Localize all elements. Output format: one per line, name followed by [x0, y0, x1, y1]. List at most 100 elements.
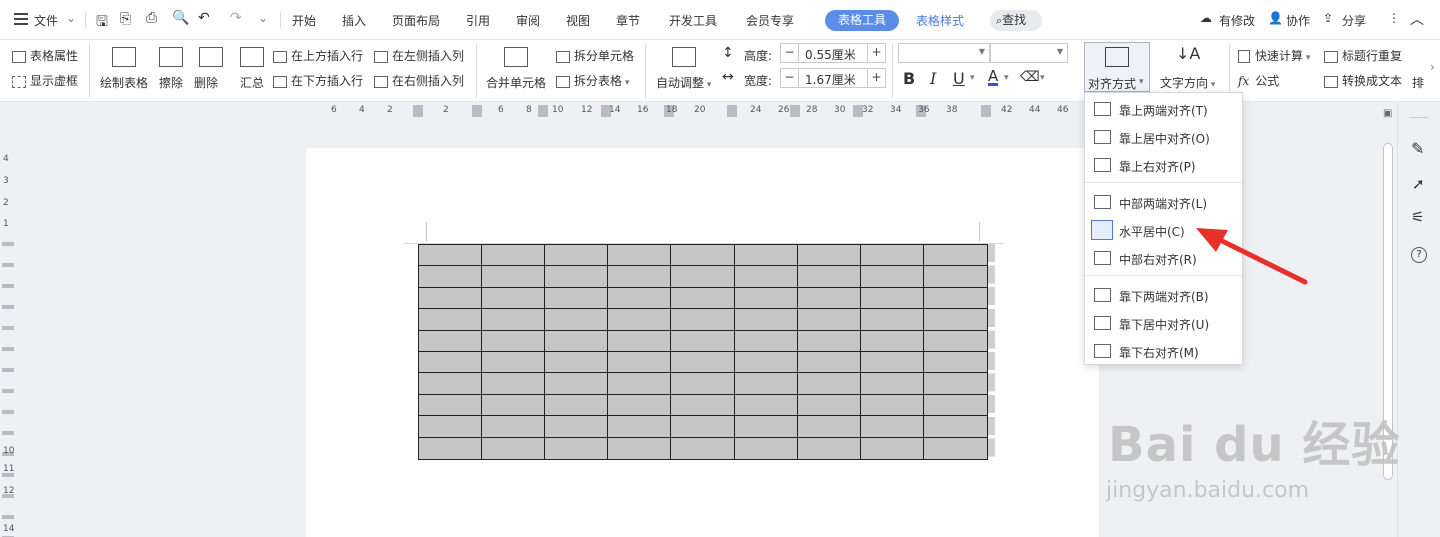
erase-button[interactable]: 擦除 [159, 74, 183, 91]
table-cell[interactable] [482, 287, 546, 310]
tab-view[interactable]: 视图 [566, 12, 590, 29]
search-button[interactable]: ⌕查找 [990, 10, 1042, 31]
table-cell[interactable] [861, 437, 924, 459]
table-cell[interactable] [482, 309, 546, 331]
table-cell[interactable] [923, 245, 987, 267]
modified-status[interactable]: 有修改 [1219, 12, 1255, 29]
menu-item-top-center[interactable]: 靠上居中对齐(O) [1085, 124, 1242, 150]
summary-button[interactable]: 汇总 [240, 74, 264, 91]
merge-cells-button[interactable]: 合并单元格 [486, 74, 546, 91]
table-cell[interactable] [608, 330, 672, 352]
table-cell[interactable] [923, 288, 987, 310]
ruler-marker[interactable] [538, 105, 548, 117]
more-icon[interactable]: ⋮ [1388, 11, 1400, 25]
ruler-marker[interactable] [413, 105, 423, 117]
table-cell[interactable] [734, 245, 798, 267]
font-name-select[interactable]: ▼ [898, 43, 990, 63]
table-cell[interactable] [482, 394, 546, 417]
auto-adjust-button[interactable]: 自动调整 ▾ [656, 74, 711, 91]
redo-icon[interactable]: ↷ [230, 10, 242, 26]
height-value[interactable]: 0.55厘米 [805, 46, 856, 63]
table-cell[interactable] [419, 394, 483, 417]
table-cell[interactable] [608, 309, 672, 331]
chevron-down-icon[interactable]: ⌄ [66, 11, 76, 25]
ruler-marker[interactable] [472, 105, 482, 117]
table-cell[interactable] [482, 437, 546, 459]
width-increment[interactable]: + [867, 69, 885, 87]
table-cell[interactable] [671, 266, 735, 288]
width-decrement[interactable]: − [781, 69, 799, 87]
highlight-chevron-icon[interactable]: ▾ [1040, 73, 1045, 83]
table-cell[interactable] [734, 330, 798, 352]
tab-section[interactable]: 章节 [616, 12, 640, 29]
customize-chevron-icon[interactable]: ⌄ [258, 11, 268, 25]
table-cell[interactable] [671, 245, 735, 267]
hamburger-icon[interactable] [14, 13, 28, 25]
table-cell[interactable] [545, 373, 609, 395]
height-decrement[interactable]: − [781, 44, 799, 62]
table-cell[interactable] [608, 373, 672, 395]
table-cell[interactable] [734, 394, 798, 417]
table-cell[interactable] [860, 416, 924, 438]
table-cell[interactable] [545, 287, 609, 310]
table-cell[interactable] [671, 309, 735, 331]
tab-table-tools[interactable]: 表格工具 [825, 10, 899, 31]
menu-item-top-justify[interactable]: 靠上两端对齐(T) [1085, 96, 1242, 122]
insert-col-right-button[interactable]: 在右侧插入列 [374, 72, 464, 89]
table-cell[interactable] [419, 373, 483, 395]
menu-item-top-right[interactable]: 靠上右对齐(P) [1085, 152, 1242, 178]
width-value[interactable]: 1.67厘米 [805, 71, 856, 88]
help-icon[interactable]: ? [1411, 247, 1427, 263]
table-cell[interactable] [419, 245, 483, 267]
table-row-handles[interactable] [988, 244, 995, 460]
table-cell[interactable] [608, 266, 672, 288]
table-cell[interactable] [797, 287, 861, 310]
file-menu[interactable]: 文件 [34, 12, 58, 29]
alignment-button[interactable]: 对齐方式 ▾ [1084, 42, 1150, 92]
table-cell[interactable] [860, 287, 924, 310]
menu-item-middle-justify[interactable]: 中部两端对齐(L) [1085, 189, 1242, 215]
tab-member[interactable]: 会员专享 [746, 12, 794, 29]
font-size-select[interactable]: ▼ [990, 43, 1068, 63]
table-props-button[interactable]: 表格属性 [12, 47, 78, 64]
table-cell[interactable] [735, 437, 798, 459]
tab-insert[interactable]: 插入 [342, 12, 366, 29]
table-cell[interactable] [545, 245, 609, 267]
bold-button[interactable]: B [903, 69, 915, 88]
table-cell[interactable] [671, 352, 735, 374]
table-cell[interactable] [797, 309, 861, 331]
tab-start[interactable]: 开始 [292, 12, 316, 29]
height-stepper[interactable]: − 0.55厘米 + [780, 43, 886, 63]
table-cell[interactable] [419, 416, 483, 438]
italic-button[interactable]: I [930, 69, 936, 88]
print-preview-icon[interactable]: 🔍 [172, 10, 189, 26]
table-cell[interactable] [734, 266, 798, 288]
table-cell[interactable] [860, 245, 924, 267]
table-cell[interactable] [545, 352, 609, 374]
table-cell[interactable] [797, 373, 861, 395]
table-cell[interactable] [798, 437, 861, 459]
table-cell[interactable] [860, 352, 924, 374]
table-cell[interactable] [419, 352, 483, 374]
underline-chevron-icon[interactable]: ▾ [970, 73, 975, 83]
table-cell[interactable] [860, 266, 924, 288]
insert-row-above-button[interactable]: 在上方插入行 [273, 47, 363, 64]
table-cell[interactable] [608, 437, 672, 459]
table-cell[interactable] [923, 331, 987, 352]
insert-col-left-button[interactable]: 在左侧插入列 [374, 47, 464, 64]
split-table-button[interactable]: 拆分表格 ▾ [556, 72, 629, 89]
table-cell[interactable] [923, 395, 987, 417]
table-cell[interactable] [860, 330, 924, 352]
table-cell[interactable] [482, 416, 546, 438]
table-cell[interactable] [860, 309, 924, 331]
table-cell[interactable] [671, 437, 735, 459]
table-cell[interactable] [608, 416, 672, 438]
repeat-header-button[interactable]: 标题行重复 [1324, 47, 1402, 64]
table-cell[interactable] [545, 416, 609, 438]
table-cell[interactable] [419, 266, 483, 288]
scroll-top-icon[interactable]: ▣ [1383, 108, 1392, 119]
table-cell[interactable] [734, 287, 798, 310]
cursor-icon[interactable]: ➚ [1412, 175, 1425, 193]
insert-row-below-button[interactable]: 在下方插入行 [273, 72, 363, 89]
table-cell[interactable] [797, 394, 861, 417]
